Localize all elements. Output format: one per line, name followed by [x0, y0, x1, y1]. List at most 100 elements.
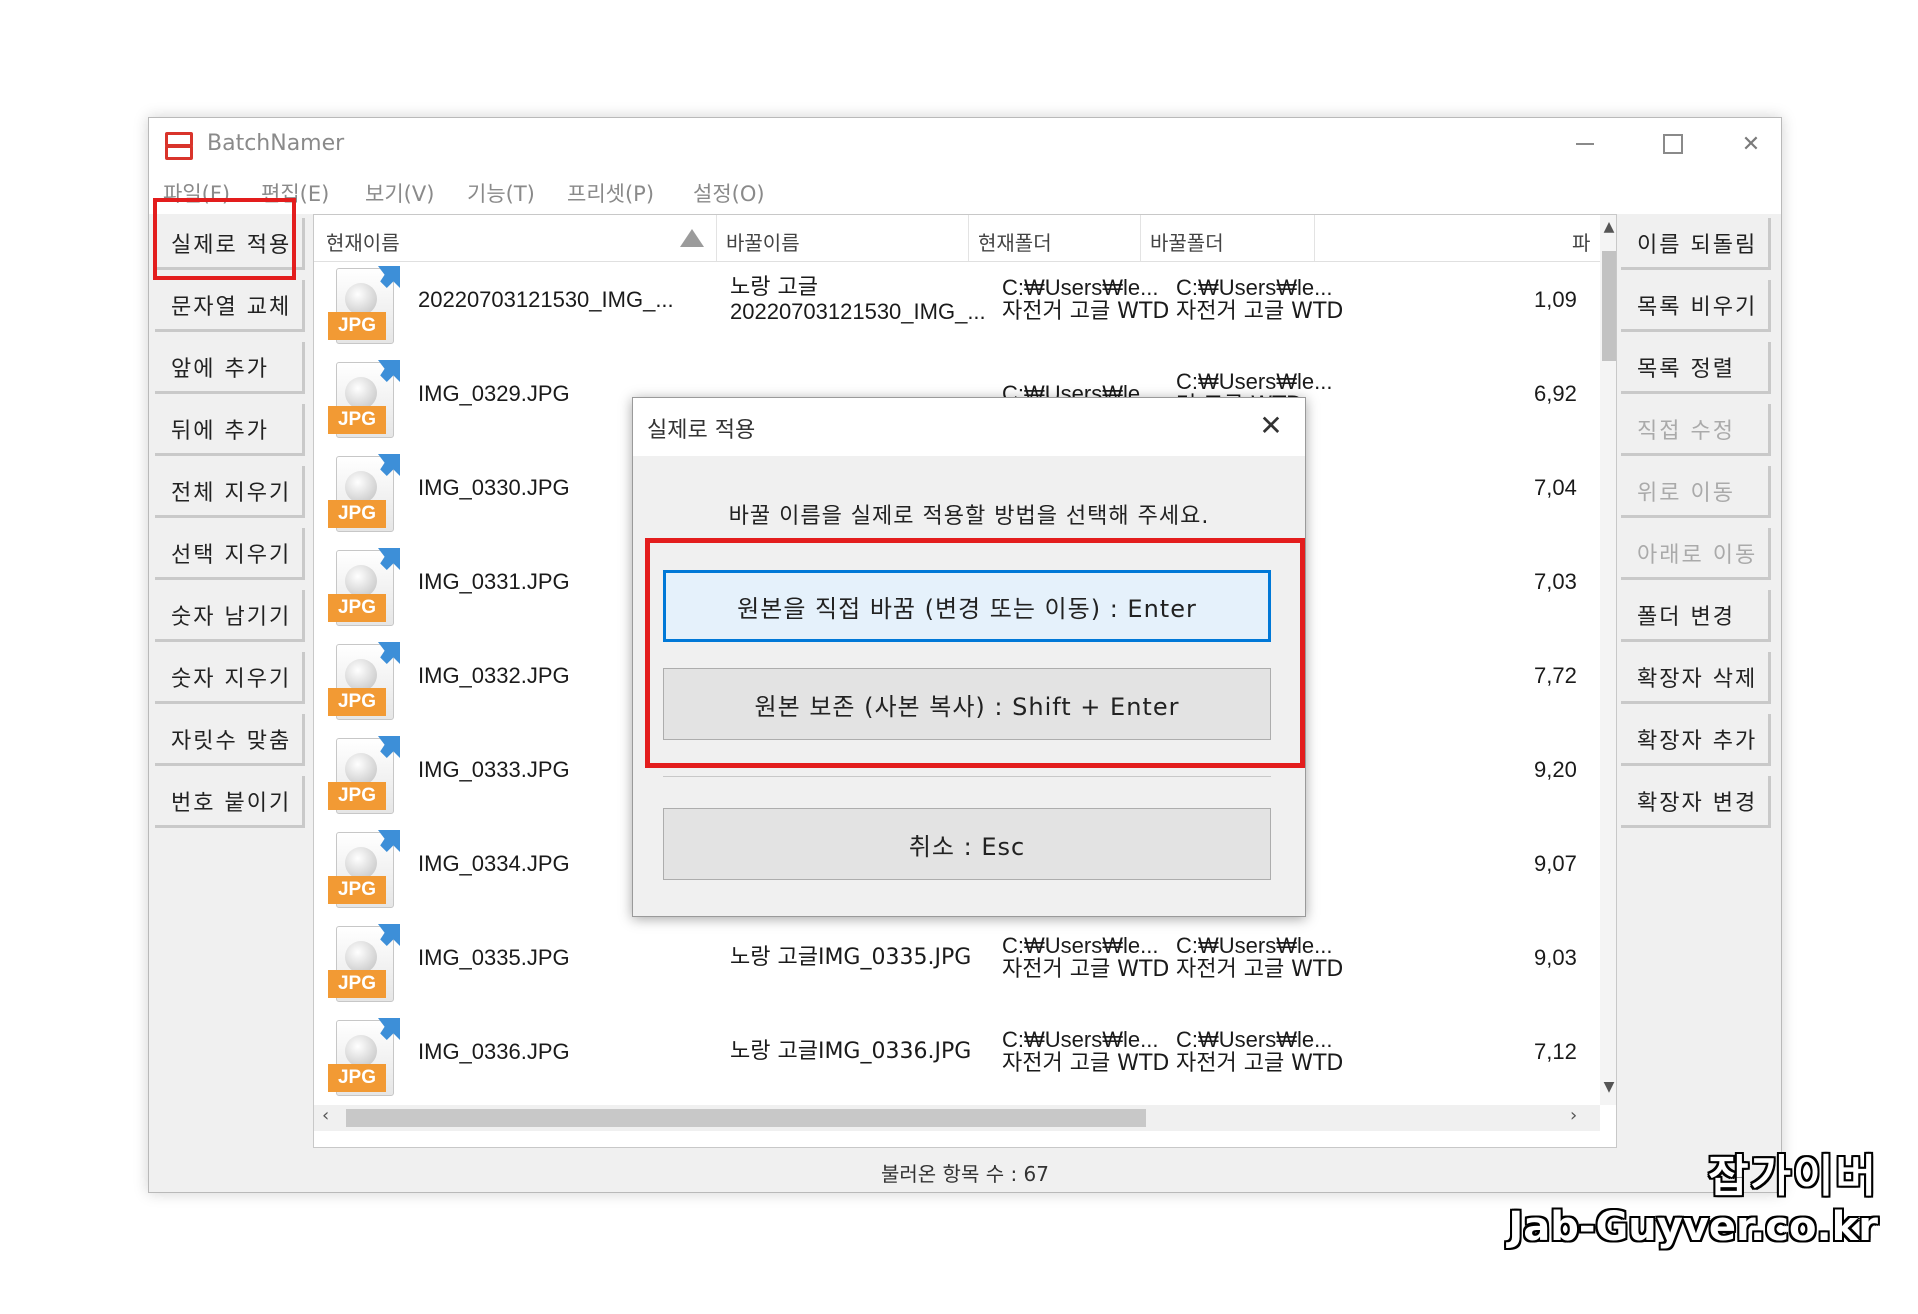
menu-preset[interactable]: 프리셋(P): [567, 178, 654, 208]
current-name-cell: IMG_0333.JPG: [418, 757, 570, 782]
direct-edit-button[interactable]: 직접 수정: [1621, 404, 1771, 456]
remove-numbers-button[interactable]: 숫자 지우기: [155, 652, 305, 704]
size-cell: 7,72: [1534, 663, 1577, 688]
jpg-badge: JPG: [328, 594, 386, 622]
watermark: 잡가이버 Jab-Guyver.co.kr: [1508, 1140, 1878, 1250]
pad-digits-button[interactable]: 자릿수 맞춤: [155, 714, 305, 766]
column-new-name[interactable]: 바꿀이름: [726, 227, 800, 256]
jpg-file-icon: JPG: [328, 454, 406, 538]
current-name-cell: IMG_0332.JPG: [418, 663, 570, 688]
dialog-title-bar: 실제로 적용 ✕: [633, 398, 1305, 456]
append-button[interactable]: 뒤에 추가: [155, 404, 305, 456]
new-name-cell: 노랑 고글IMG_0335.JPG: [730, 945, 972, 970]
horizontal-scrollbar[interactable]: ‹ ›: [314, 1105, 1600, 1131]
current-name-cell: IMG_0335.JPG: [418, 945, 570, 970]
new-name-cell: 노랑 고글IMG_0336.JPG: [730, 1039, 972, 1064]
dialog-options-highlight-box: [645, 538, 1305, 768]
jpg-badge: JPG: [328, 406, 386, 434]
title-bar: BatchNamer ✕: [149, 118, 1781, 170]
jpg-file-icon: JPG: [328, 924, 406, 1008]
current-name-cell: IMG_0329.JPG: [418, 381, 570, 406]
prepend-button[interactable]: 앞에 추가: [155, 342, 305, 394]
size-cell: 6,92: [1534, 381, 1577, 406]
clear-selected-button[interactable]: 선택 지우기: [155, 528, 305, 580]
replace-string-button[interactable]: 문자열 교체: [155, 280, 305, 332]
minimize-icon: [1576, 143, 1594, 145]
current-name-cell: 20220703121530_IMG_...: [418, 287, 674, 312]
apply-highlight-box: [153, 198, 296, 280]
window-title: BatchNamer: [207, 131, 345, 156]
menu-settings[interactable]: 설정(O): [693, 178, 765, 208]
scroll-left-icon[interactable]: ‹: [322, 1105, 329, 1126]
scroll-down-icon[interactable]: ▼: [1600, 1079, 1616, 1095]
dialog-message: 바꿀 이름을 실제로 적용할 방법을 선택해 주세요.: [728, 504, 1210, 529]
maximize-icon: [1663, 134, 1683, 154]
list-header: 현재이름 바꿀이름 현재폴더 바꿀폴더 파: [314, 215, 1616, 262]
close-button[interactable]: ✕: [1721, 118, 1781, 170]
new-name-cell-line2: 20220703121530_IMG_...: [730, 299, 986, 324]
new-folder-cell-line2: 자전거 고글 WTD: [1176, 299, 1344, 324]
remove-extension-button[interactable]: 확장자 삭제: [1621, 652, 1771, 704]
jpg-badge: JPG: [328, 1064, 386, 1092]
change-extension-button[interactable]: 확장자 변경: [1621, 776, 1771, 828]
size-cell: 9,07: [1534, 851, 1577, 876]
close-icon: ✕: [1741, 131, 1761, 157]
jpg-file-icon: JPG: [328, 548, 406, 632]
size-cell: 7,04: [1534, 475, 1577, 500]
jpg-file-icon: JPG: [328, 642, 406, 726]
add-extension-button[interactable]: 확장자 추가: [1621, 714, 1771, 766]
minimize-button[interactable]: [1545, 118, 1625, 170]
maximize-button[interactable]: [1633, 118, 1713, 170]
jpg-badge: JPG: [328, 970, 386, 998]
size-cell: 7,03: [1534, 569, 1577, 594]
menu-view[interactable]: 보기(V): [365, 178, 434, 208]
add-numbering-button[interactable]: 번호 붙이기: [155, 776, 305, 828]
jpg-file-icon: JPG: [328, 1018, 406, 1102]
table-row[interactable]: JPG IMG_0336.JPG 노랑 고글IMG_0336.JPG C:₩Users…: [314, 1013, 1594, 1107]
jpg-badge: JPG: [328, 782, 386, 810]
clear-all-button[interactable]: 전체 지우기: [155, 466, 305, 518]
cancel-button[interactable]: 취소 : Esc: [663, 808, 1271, 880]
column-new-folder[interactable]: 바꿀폴더: [1150, 227, 1224, 256]
dialog-close-icon[interactable]: ✕: [1249, 406, 1293, 446]
jpg-badge: JPG: [328, 688, 386, 716]
jpg-badge: JPG: [328, 500, 386, 528]
dialog-title: 실제로 적용: [647, 418, 756, 443]
clear-list-button[interactable]: 목록 비우기: [1621, 280, 1771, 332]
watermark-url: Jab-Guyver.co.kr: [1508, 1204, 1878, 1250]
scroll-up-icon[interactable]: ▲: [1600, 219, 1616, 235]
table-row[interactable]: JPG 20220703121530_IMG_... 노랑 고글 2022070312…: [314, 261, 1594, 355]
jpg-file-icon: JPG: [328, 266, 406, 350]
current-folder-cell-line2: 자전거 고글 WTD: [1002, 1051, 1170, 1076]
menu-function[interactable]: 기능(T): [467, 178, 535, 208]
horizontal-scroll-thumb[interactable]: [346, 1109, 1146, 1127]
undo-rename-button[interactable]: 이름 되돌림: [1621, 218, 1771, 270]
column-size[interactable]: 파: [1572, 227, 1590, 256]
current-name-cell: IMG_0331.JPG: [418, 569, 570, 594]
new-folder-cell-line2: 자전거 고글 WTD: [1176, 957, 1344, 982]
sort-ascending-icon: [680, 229, 704, 247]
column-current-folder[interactable]: 현재폴더: [978, 227, 1052, 256]
column-current-name[interactable]: 현재이름: [326, 227, 400, 256]
size-cell: 9,03: [1534, 945, 1577, 970]
size-cell: 7,12: [1534, 1039, 1577, 1064]
size-cell: 9,20: [1534, 757, 1577, 782]
app-icon: [165, 132, 193, 160]
vertical-scrollbar[interactable]: ▲ ▼: [1600, 215, 1616, 1105]
new-folder-cell-line2: 자전거 고글 WTD: [1176, 1051, 1344, 1076]
jpg-file-icon: JPG: [328, 736, 406, 820]
jpg-file-icon: JPG: [328, 360, 406, 444]
change-folder-button[interactable]: 폴더 변경: [1621, 590, 1771, 642]
sort-list-button[interactable]: 목록 정렬: [1621, 342, 1771, 394]
vertical-scroll-thumb[interactable]: [1602, 251, 1616, 361]
move-up-button[interactable]: 위로 이동: [1621, 466, 1771, 518]
move-down-button[interactable]: 아래로 이동: [1621, 528, 1771, 580]
current-name-cell: IMG_0330.JPG: [418, 475, 570, 500]
dialog-separator: [663, 776, 1271, 777]
table-row[interactable]: JPG IMG_0335.JPG 노랑 고글IMG_0335.JPG C:₩Users…: [314, 919, 1594, 1013]
size-cell: 1,09: [1534, 287, 1577, 312]
jpg-file-icon: JPG: [328, 830, 406, 914]
scroll-right-icon[interactable]: ›: [1570, 1105, 1577, 1126]
keep-numbers-button[interactable]: 숫자 남기기: [155, 590, 305, 642]
current-name-cell: IMG_0336.JPG: [418, 1039, 570, 1064]
